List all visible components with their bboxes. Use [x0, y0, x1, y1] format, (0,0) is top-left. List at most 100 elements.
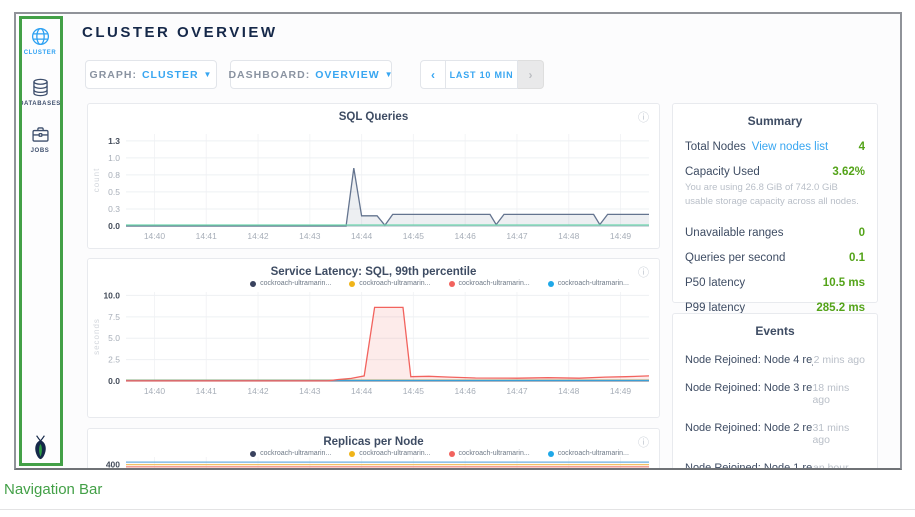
legend-dot — [449, 451, 455, 457]
svg-text:0.8: 0.8 — [108, 170, 120, 180]
svg-text:1.0: 1.0 — [108, 153, 120, 163]
databases-icon — [30, 77, 51, 98]
chart-sql-queries: SQL Queries ⓘ 0.00.30.50.81.01.314:4014:… — [87, 103, 660, 249]
svg-text:10.0: 10.0 — [103, 290, 120, 300]
navigation-bar: CLUSTER DATABASES JOBS — [16, 14, 64, 468]
event-time: 18 mins ago — [812, 382, 865, 406]
svg-text:14:42: 14:42 — [247, 386, 269, 396]
graph-dropdown-value: CLUSTER — [142, 69, 199, 81]
sidebar-item-databases[interactable]: DATABASES — [16, 77, 64, 107]
legend-dot — [250, 451, 256, 457]
event-row[interactable]: Node Rejoined: Node 2 rej...31 mins ago — [685, 422, 865, 446]
svg-text:14:46: 14:46 — [455, 231, 477, 241]
chevron-down-icon: ▼ — [385, 71, 394, 79]
summary-label: Unavailable ranges — [685, 227, 783, 239]
legend-item[interactable]: cockroach-ultramarin... — [349, 280, 430, 287]
legend-label: cockroach-ultramarin... — [359, 450, 430, 457]
event-text: Node Rejoined: Node 2 rej... — [685, 422, 812, 434]
sidebar-item-label: JOBS — [16, 148, 64, 154]
summary-label: Total Nodes — [685, 141, 746, 153]
svg-text:400: 400 — [106, 459, 120, 469]
legend-label: cockroach-ultramarin... — [558, 280, 629, 287]
summary-row: P50 latency 10.5 ms — [685, 277, 865, 289]
annotation-label: Navigation Bar — [4, 481, 102, 498]
graph-dropdown[interactable]: GRAPH: CLUSTER ▼ — [85, 60, 217, 89]
legend-item[interactable]: cockroach-ultramarin... — [250, 280, 331, 287]
svg-text:14:43: 14:43 — [299, 386, 321, 396]
summary-value: 0.1 — [849, 252, 865, 264]
summary-value: 4 — [859, 141, 865, 153]
chart-service-latency: Service Latency: SQL, 99th percentile ⓘ … — [87, 258, 660, 418]
legend-dot — [349, 451, 355, 457]
summary-value: 0 — [859, 227, 865, 239]
legend-item[interactable]: cockroach-ultramarin... — [250, 450, 331, 457]
summary-label: Queries per second — [685, 252, 785, 264]
sidebar-item-label: CLUSTER — [16, 50, 64, 56]
legend-label: cockroach-ultramarin... — [558, 450, 629, 457]
legend-item[interactable]: cockroach-ultramarin... — [349, 450, 430, 457]
svg-text:5.0: 5.0 — [108, 333, 120, 343]
svg-text:14:49: 14:49 — [610, 231, 632, 241]
dashboard-dropdown[interactable]: DASHBOARD: OVERVIEW ▼ — [230, 60, 392, 89]
svg-text:14:49: 14:49 — [610, 386, 632, 396]
svg-text:1.3: 1.3 — [108, 136, 120, 146]
svg-text:0.0: 0.0 — [108, 376, 120, 386]
svg-text:7.5: 7.5 — [108, 312, 120, 322]
time-range-label[interactable]: LAST 10 MIN — [446, 60, 518, 89]
summary-row: Unavailable ranges 0 — [685, 227, 865, 239]
legend-item[interactable]: cockroach-ultramarin... — [548, 450, 629, 457]
svg-text:14:40: 14:40 — [144, 386, 166, 396]
legend-dot — [548, 451, 554, 457]
svg-text:14:47: 14:47 — [506, 386, 528, 396]
chart-legend: cockroach-ultramarin... cockroach-ultrama… — [228, 280, 651, 287]
event-time: an hour ago — [813, 462, 865, 470]
summary-value: 3.62% — [832, 166, 865, 178]
globe-icon — [30, 26, 51, 47]
svg-text:14:45: 14:45 — [403, 231, 425, 241]
dashboard-dropdown-value: OVERVIEW — [315, 69, 379, 81]
event-text: Node Rejoined: Node 3 rej... — [685, 382, 812, 394]
svg-text:count: count — [92, 168, 101, 193]
legend-item[interactable]: cockroach-ultramarin... — [449, 450, 530, 457]
summary-label: Capacity Used — [685, 166, 760, 178]
screenshot-root: CLUSTER DATABASES JOBS CLUSTER OVERVIEW GR… — [0, 0, 915, 517]
event-row[interactable]: Node Rejoined: Node 3 rej...18 mins ago — [685, 382, 865, 406]
dashboard-dropdown-label: DASHBOARD: — [228, 69, 310, 81]
legend-item[interactable]: cockroach-ultramarin... — [449, 280, 530, 287]
chart-replicas-per-node: Replicas per Node ⓘ cockroach-ultramarin… — [87, 428, 660, 470]
svg-text:14:44: 14:44 — [351, 386, 373, 396]
summary-value: 10.5 ms — [823, 277, 865, 289]
time-range-prev-button[interactable]: ‹ — [420, 60, 446, 89]
summary-label: P50 latency — [685, 277, 745, 289]
svg-text:2.5: 2.5 — [108, 355, 120, 365]
svg-text:14:48: 14:48 — [558, 386, 580, 396]
svg-text:seconds: seconds — [92, 318, 101, 355]
svg-text:14:46: 14:46 — [455, 386, 477, 396]
page-divider — [0, 509, 915, 510]
svg-text:14:44: 14:44 — [351, 231, 373, 241]
event-time: 2 mins ago — [814, 354, 865, 366]
legend-label: cockroach-ultramarin... — [359, 280, 430, 287]
summary-subtext: You are using 26.8 GiB of 742.0 GiB usab… — [685, 181, 865, 210]
summary-title: Summary — [673, 114, 877, 128]
summary-row: Capacity Used 3.62% — [685, 166, 865, 178]
time-range-next-button[interactable]: › — [518, 60, 544, 89]
legend-label: cockroach-ultramarin... — [459, 280, 530, 287]
briefcase-icon — [30, 124, 51, 145]
event-row[interactable]: Node Rejoined: Node 1 rej...an hour ago — [685, 462, 865, 470]
event-row[interactable]: Node Rejoined: Node 4 rej...2 mins ago — [685, 354, 865, 366]
legend-item[interactable]: cockroach-ultramarin... — [548, 280, 629, 287]
page-title: CLUSTER OVERVIEW — [82, 24, 278, 41]
sidebar-item-cluster[interactable]: CLUSTER — [16, 26, 64, 56]
svg-text:14:42: 14:42 — [247, 231, 269, 241]
cockroachdb-logo[interactable] — [27, 434, 54, 464]
sidebar-item-jobs[interactable]: JOBS — [16, 124, 64, 154]
sidebar-item-label: DATABASES — [16, 101, 64, 107]
legend-dot — [449, 281, 455, 287]
legend-label: cockroach-ultramarin... — [260, 450, 331, 457]
svg-text:14:47: 14:47 — [506, 231, 528, 241]
legend-dot — [349, 281, 355, 287]
summary-row: Total Nodes View nodes list 4 — [685, 141, 865, 153]
view-nodes-link[interactable]: View nodes list — [752, 141, 829, 153]
svg-text:14:45: 14:45 — [403, 386, 425, 396]
